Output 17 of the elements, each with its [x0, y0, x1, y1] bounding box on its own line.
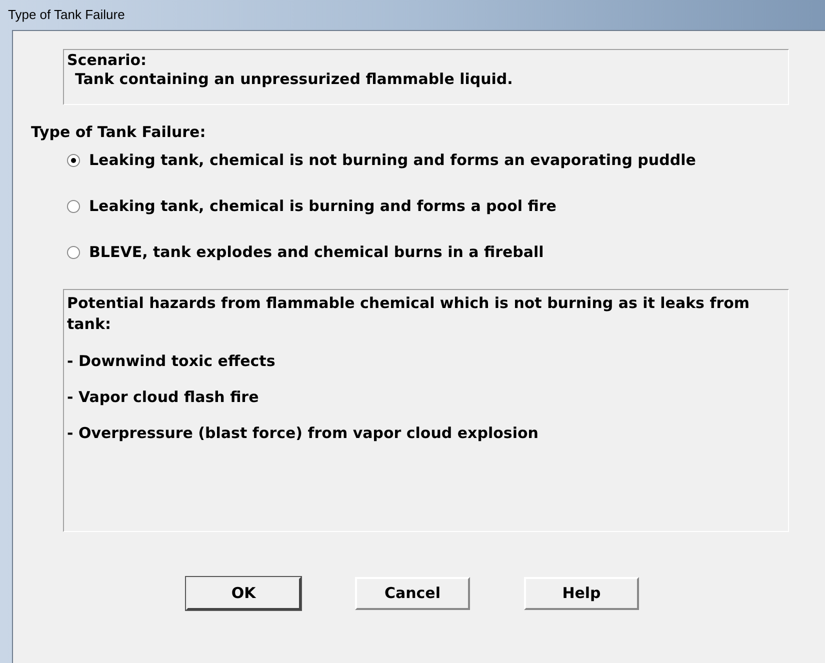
hazards-intro: Potential hazards from flammable chemical which is not burning as it leaks from tank:: [67, 293, 751, 335]
radio-option[interactable]: Leaking tank, chemical is not burning and forms an evaporating puddle: [67, 150, 696, 170]
dialog-button[interactable]: Cancel: [355, 577, 470, 610]
radio-option[interactable]: BLEVE, tank explodes and chemical burns in a fireball: [67, 242, 544, 262]
dialog-button[interactable]: Help: [524, 577, 639, 610]
dialog-button[interactable]: OK: [186, 577, 301, 610]
scenario-heading: Scenario:: [67, 51, 148, 69]
hazard-item: - Downwind toxic effects: [67, 351, 276, 371]
radio-button[interactable]: [67, 246, 80, 258]
window-title: Type of Tank Failure: [8, 6, 125, 24]
scenario-text: Tank containing an unpressurized flammable liquid.: [74, 69, 514, 89]
radio-button[interactable]: [67, 154, 80, 166]
failure-type-label: Type of Tank Failure:: [31, 122, 206, 142]
hazard-item: - Vapor cloud flash fire: [67, 387, 260, 407]
hazard-item: - Overpressure (blast force) from vapor cloud explosion: [67, 423, 540, 443]
radio-button[interactable]: [67, 200, 80, 212]
radio-option[interactable]: Leaking tank, chemical is burning and forms a pool fire: [67, 196, 556, 216]
